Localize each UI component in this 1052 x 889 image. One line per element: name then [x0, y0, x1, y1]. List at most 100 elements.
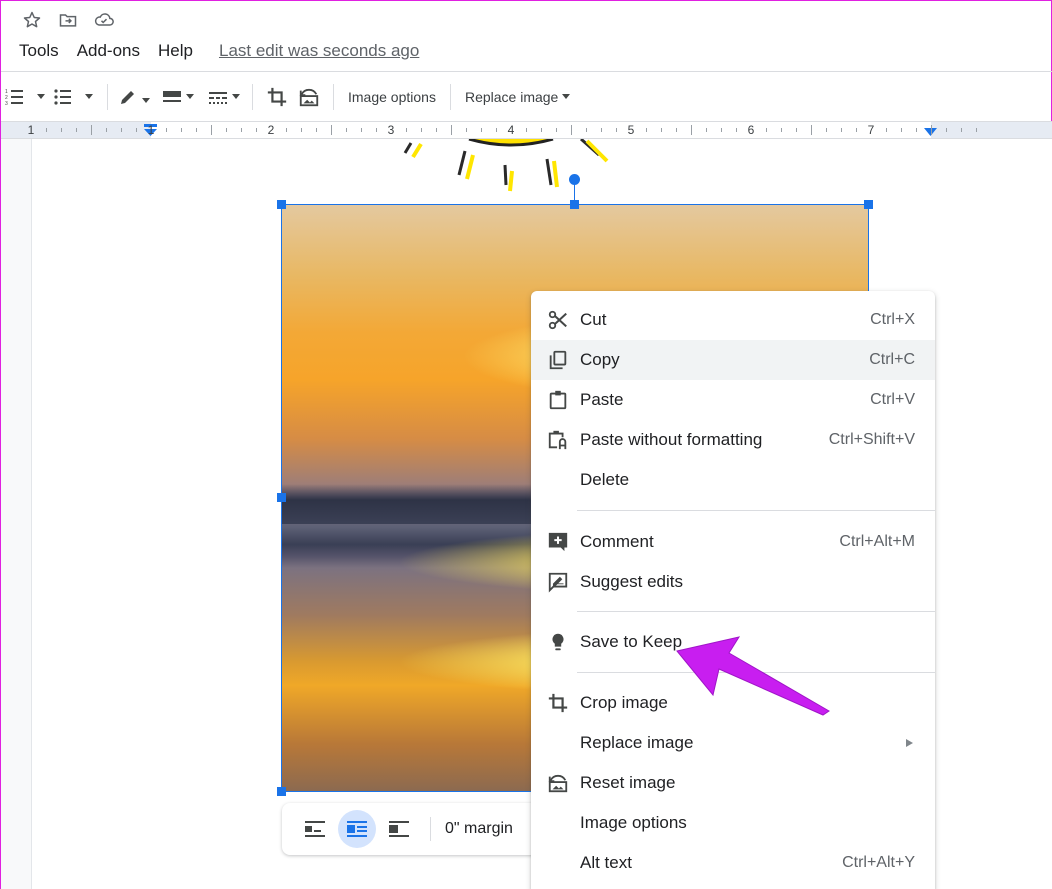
menu-item-replace-image[interactable]: Replace image — [531, 723, 935, 763]
ruler-tick — [691, 125, 692, 135]
ruler-tick — [721, 128, 722, 132]
menu-item-paste[interactable]: Paste Ctrl+V — [531, 380, 935, 420]
ruler-tick — [61, 128, 62, 132]
menu-item-comment[interactable]: Comment Ctrl+Alt+M — [531, 522, 935, 562]
menu-item-shortcut: Ctrl+C — [869, 351, 915, 368]
document-actions — [21, 9, 115, 31]
toolbar: 123 Image options Replace image — [1, 71, 1052, 121]
toolbar-divider — [252, 83, 253, 110]
ruler-tick — [706, 128, 707, 132]
bulleted-list-button[interactable] — [51, 82, 75, 112]
ruler-tick — [976, 128, 977, 132]
clipboard-icon — [546, 388, 570, 412]
ruler-tick — [211, 125, 212, 135]
annotation-arrow — [676, 636, 830, 716]
menu-help[interactable]: Help — [158, 41, 193, 61]
wrap-inline-button[interactable] — [296, 810, 334, 848]
ruler-tick — [331, 125, 332, 135]
border-dash-button[interactable] — [204, 82, 244, 112]
ruler-tick — [136, 128, 137, 132]
ruler-tick — [181, 128, 182, 132]
paste-plain-icon — [546, 428, 570, 452]
break-text-button[interactable] — [380, 810, 418, 848]
ruler-tick — [286, 128, 287, 132]
resize-handle-left[interactable] — [277, 493, 286, 502]
menu-divider — [577, 510, 935, 511]
ruler-tick — [556, 128, 557, 132]
menu-item-label: Delete — [580, 470, 630, 489]
sun-drawing[interactable] — [381, 139, 621, 194]
ruler-tick — [121, 128, 122, 132]
numbered-list-dropdown[interactable] — [27, 82, 51, 112]
border-weight-button[interactable] — [158, 82, 198, 112]
chevron-down-icon — [142, 98, 150, 103]
ruler-tick — [886, 128, 887, 132]
ruler-tick — [91, 125, 92, 135]
ruler-tick — [376, 128, 377, 132]
toolbar-divider — [449, 83, 451, 110]
chevron-down-icon — [232, 94, 240, 99]
ruler-label: 4 — [507, 123, 515, 137]
ruler-tick — [226, 128, 227, 132]
ruler-tick — [931, 125, 932, 135]
cloud-saved-icon[interactable] — [93, 9, 115, 31]
ruler-tick — [916, 128, 917, 132]
ruler[interactable]: 1 1 2 3 4 5 6 7 — [1, 121, 1052, 139]
menu-item-image-options[interactable]: Image options — [531, 803, 935, 843]
ruler-tick — [301, 128, 302, 132]
menu-item-copy[interactable]: Copy Ctrl+C — [531, 340, 935, 380]
ruler-tick — [436, 128, 437, 132]
reset-image-button[interactable] — [293, 82, 325, 112]
wrap-inline-icon — [305, 821, 325, 837]
ruler-tick — [601, 128, 602, 132]
border-dash-icon — [209, 91, 227, 104]
wrap-text-button[interactable] — [338, 810, 376, 848]
svg-text:3: 3 — [5, 101, 8, 107]
numbered-list-button[interactable]: 123 — [3, 82, 27, 112]
ruler-tick — [616, 128, 617, 132]
ruler-tick — [811, 125, 812, 135]
menu-divider — [577, 611, 935, 612]
ruler-tick — [406, 128, 407, 132]
image-options-button[interactable]: Image options — [342, 89, 442, 105]
menu-item-label: Comment — [580, 532, 654, 551]
bulleted-list-dropdown[interactable] — [75, 82, 99, 112]
reset-image-icon — [299, 88, 319, 106]
menu-item-label: Image options — [580, 813, 687, 832]
move-to-folder-icon[interactable] — [57, 9, 79, 31]
border-color-button[interactable] — [116, 82, 152, 112]
ruler-tick — [901, 128, 902, 132]
menu-item-delete[interactable]: Delete — [531, 460, 935, 500]
crop-image-button[interactable] — [261, 82, 293, 112]
menu-item-label: Alt text — [580, 853, 632, 872]
resize-handle-top-right[interactable] — [864, 200, 873, 209]
ruler-tick — [571, 125, 572, 135]
menu-item-paste-without-formatting[interactable]: Paste without formatting Ctrl+Shift+V — [531, 420, 935, 460]
ruler-tick — [826, 128, 827, 132]
ruler-tick — [316, 128, 317, 132]
resize-handle-bottom-left[interactable] — [277, 787, 286, 796]
menu-item-cut[interactable]: Cut Ctrl+X — [531, 300, 935, 340]
suggest-edits-icon — [546, 570, 570, 594]
margin-dropdown[interactable]: 0" margin — [445, 820, 513, 838]
menu-item-alt-text[interactable]: Alt text Ctrl+Alt+Y — [531, 843, 935, 883]
menu-tools[interactable]: Tools — [19, 41, 59, 61]
resize-handle-top-left[interactable] — [277, 200, 286, 209]
ruler-tick — [796, 128, 797, 132]
chevron-down-icon — [37, 94, 45, 99]
replace-image-button[interactable]: Replace image — [459, 82, 571, 112]
menu-item-suggest-edits[interactable]: Suggest edits — [531, 562, 935, 602]
wrap-text-icon — [347, 821, 367, 837]
last-edit-link[interactable]: Last edit was seconds ago — [219, 41, 419, 61]
menu-item-shortcut: Ctrl+X — [870, 311, 915, 328]
resize-handle-top[interactable] — [570, 200, 579, 209]
menu-add-ons[interactable]: Add-ons — [77, 41, 140, 61]
menu-item-label: Paste — [580, 390, 624, 409]
ruler-tick — [586, 128, 587, 132]
star-icon[interactable] — [21, 9, 43, 31]
menu-item-label: Reset image — [580, 773, 676, 792]
rotation-handle[interactable] — [569, 174, 580, 185]
ruler-tick — [46, 128, 47, 132]
menu-item-reset-image[interactable]: Reset image — [531, 763, 935, 803]
chevron-down-icon — [562, 94, 571, 99]
